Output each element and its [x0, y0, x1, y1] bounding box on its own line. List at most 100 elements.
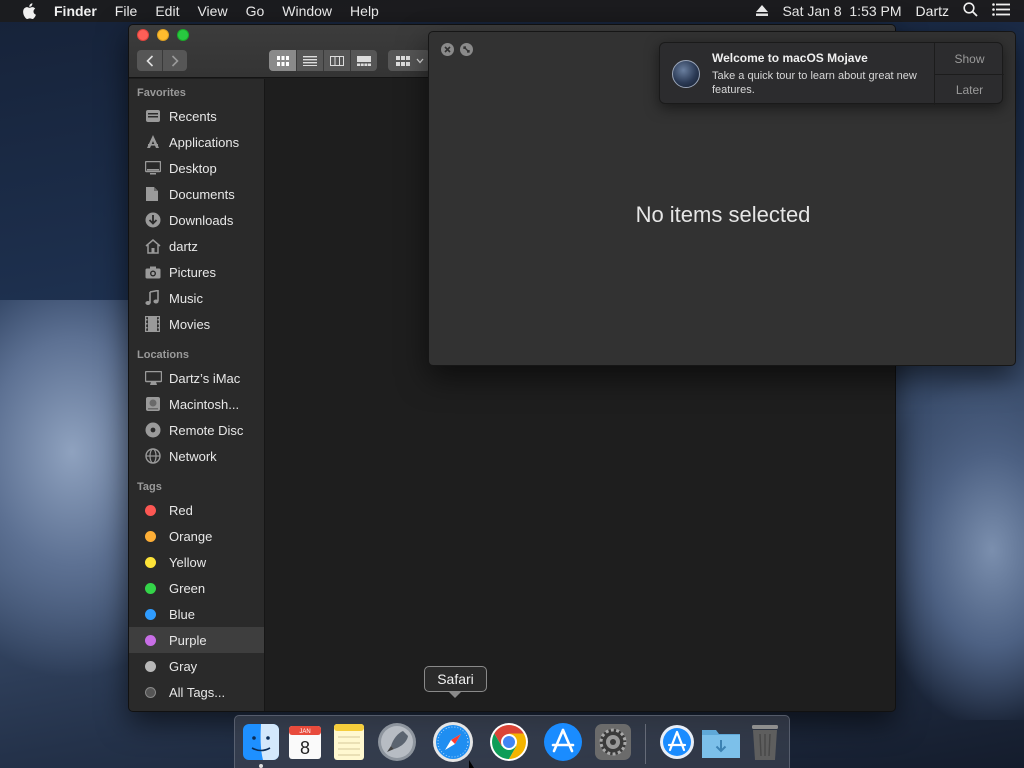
dock-separator	[645, 724, 646, 764]
window-close-button[interactable]	[137, 29, 149, 41]
document-icon	[129, 186, 169, 202]
chrome-icon[interactable]	[487, 720, 531, 764]
sidebar-item-documents[interactable]: Documents	[129, 181, 264, 207]
menu-bar: Finder File Edit View Go Window Help Sat…	[0, 0, 1024, 22]
sidebar-item-network[interactable]: Network	[129, 443, 264, 469]
sidebar-item-label: Downloads	[169, 212, 234, 228]
calendar-month: JAN	[299, 729, 310, 735]
sidebar-tag-blue[interactable]: Blue	[129, 601, 264, 627]
menu-app-name[interactable]: Finder	[54, 0, 106, 22]
menu-edit[interactable]: Edit	[146, 0, 188, 22]
sidebar-heading-locations: Locations	[137, 349, 189, 361]
window-minimize-button[interactable]	[157, 29, 169, 41]
notification-banner[interactable]: Welcome to macOS Mojave Take a quick tou…	[659, 42, 1004, 105]
download-icon	[129, 212, 169, 228]
show-button[interactable]: Show	[935, 43, 1004, 74]
forward-button[interactable]	[162, 50, 187, 71]
sidebar-item-label: All Tags...	[169, 684, 226, 700]
sidebar-item-remote-disc[interactable]: Remote Disc	[129, 417, 264, 443]
notification-body: Take a quick tour to learn about great n…	[712, 70, 917, 96]
menu-window[interactable]: Window	[273, 0, 341, 22]
sidebar-tag-red[interactable]: Red	[129, 497, 264, 523]
menubar-clock[interactable]: Sat Jan 8 1:53 PM	[782, 3, 901, 19]
sidebar-tag-orange[interactable]: Orange	[129, 523, 264, 549]
sidebar-item-label: Purple	[169, 632, 207, 648]
columns-icon	[330, 55, 344, 66]
icon-view-button[interactable]	[269, 50, 296, 71]
panel-shrink-button[interactable]	[460, 43, 473, 56]
sidebar-item-applications[interactable]: Applications	[129, 129, 264, 155]
collapse-icon	[463, 46, 470, 53]
sidebar-tag-purple[interactable]: Purple	[129, 627, 264, 653]
group-grid-icon	[396, 55, 410, 66]
dock: JAN 8	[234, 715, 790, 768]
no-items-message: No items selected	[635, 202, 811, 227]
close-icon	[444, 46, 451, 53]
sidebar-tag-green[interactable]: Green	[129, 575, 264, 601]
sidebar-item-music[interactable]: Music	[129, 285, 264, 311]
menu-go[interactable]: Go	[237, 0, 274, 22]
sidebar-item-label: Pictures	[169, 264, 216, 280]
notes-icon[interactable]	[327, 720, 371, 764]
menubar-user[interactable]: Dartz	[916, 3, 949, 19]
notification-center-icon[interactable]	[992, 3, 1010, 19]
mouse-cursor	[469, 760, 474, 768]
tag-color-dot	[145, 660, 156, 672]
sidebar-item-movies[interactable]: Movies	[129, 311, 264, 337]
sidebar-item-label: Yellow	[169, 554, 207, 570]
downloads-folder-icon[interactable]	[699, 720, 743, 764]
chevron-right-icon	[171, 54, 179, 67]
menu-file[interactable]: File	[106, 0, 147, 22]
calendar-icon[interactable]: JAN 8	[283, 720, 327, 764]
imac-icon	[129, 370, 169, 386]
sidebar-item-macintosh-hd[interactable]: Macintosh...	[129, 391, 264, 417]
finder-icon[interactable]	[239, 720, 283, 764]
spotlight-search-icon[interactable]	[963, 2, 978, 20]
sidebar-item-imac[interactable]: Dartz’s iMac	[129, 365, 264, 391]
app-store-download-icon[interactable]	[655, 720, 699, 764]
menu-view[interactable]: View	[188, 0, 236, 22]
list-icon	[303, 55, 317, 66]
mojave-logo-icon	[672, 60, 700, 88]
apple-menu-icon[interactable]	[18, 3, 40, 19]
trash-icon[interactable]	[743, 720, 787, 764]
sidebar-item-desktop[interactable]: Desktop	[129, 155, 264, 181]
sidebar-tag-all-tags[interactable]: All Tags...	[129, 679, 264, 705]
window-zoom-button[interactable]	[177, 29, 189, 41]
sidebar-item-downloads[interactable]: Downloads	[129, 207, 264, 233]
system-preferences-icon[interactable]	[591, 720, 635, 764]
sidebar-item-label: Remote Disc	[169, 422, 244, 438]
menu-help[interactable]: Help	[341, 0, 388, 22]
later-button[interactable]: Later	[935, 74, 1004, 105]
tag-color-dot	[145, 504, 156, 516]
finder-sidebar: Favorites Recents Applications Desktop D…	[129, 79, 265, 711]
gallery-view-button[interactable]	[350, 50, 377, 71]
all-tags-icon	[145, 686, 156, 698]
sidebar-tag-gray[interactable]: Gray	[129, 653, 264, 679]
eject-icon[interactable]	[756, 3, 769, 19]
panel-close-button[interactable]	[441, 43, 454, 56]
calendar-day: 8	[300, 738, 310, 758]
applications-icon	[129, 134, 169, 150]
sidebar-item-label: Recents	[169, 108, 217, 124]
safari-icon[interactable]	[431, 720, 475, 764]
dock-tooltip: Safari	[424, 666, 487, 692]
column-view-button[interactable]	[323, 50, 350, 71]
desktop-icon	[129, 161, 169, 175]
tag-color-dot	[145, 582, 156, 594]
group-by-button[interactable]	[388, 50, 430, 71]
sidebar-item-home[interactable]: dartz	[129, 233, 264, 259]
app-store-icon[interactable]	[541, 720, 585, 764]
clock-icon	[129, 108, 169, 124]
list-view-button[interactable]	[296, 50, 323, 71]
tag-color-dot	[145, 634, 156, 646]
back-button[interactable]	[137, 50, 162, 71]
sidebar-item-label: Music	[169, 290, 203, 306]
sidebar-item-label: Green	[169, 580, 206, 596]
home-icon	[129, 238, 169, 254]
sidebar-item-recents[interactable]: Recents	[129, 103, 264, 129]
launchpad-icon[interactable]	[375, 720, 419, 764]
sidebar-tag-yellow[interactable]: Yellow	[129, 549, 264, 575]
tag-color-dot	[145, 530, 156, 542]
sidebar-item-pictures[interactable]: Pictures	[129, 259, 264, 285]
